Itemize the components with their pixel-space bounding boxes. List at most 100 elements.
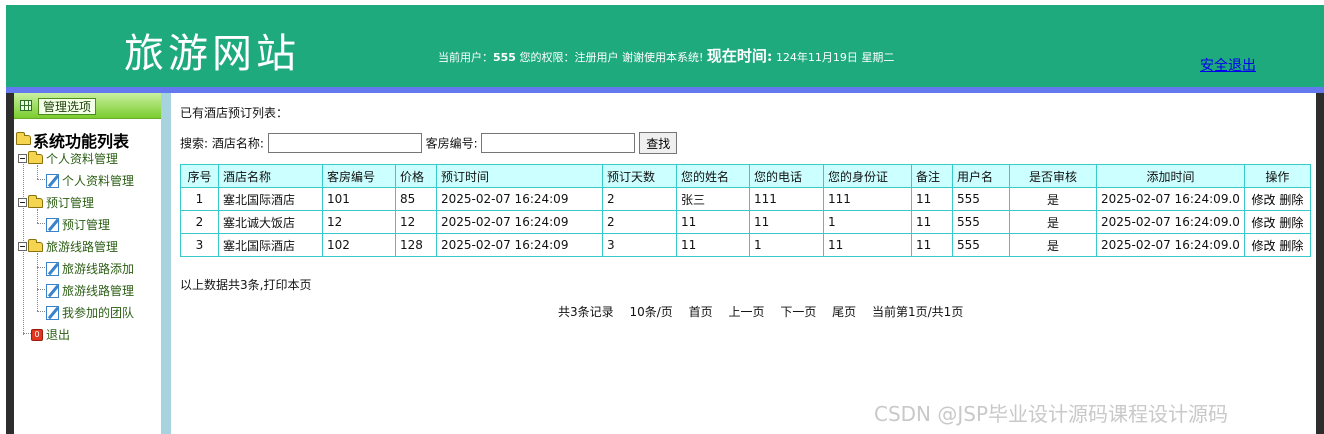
sidebar-group-booking[interactable]: 预订管理 [18,194,94,211]
sidebar-header: 管理选项 [14,93,161,119]
sidebar: 管理选项 系统功能列表 个人资料管理 个人资料管理 预订管理 预订管理 旅游线路… [14,93,161,434]
table-header-row: 序号 酒店名称 客房编号 价格 预订时间 预订天数 您的姓名 您的电话 您的身份… [180,164,1311,188]
role-label: 您的权限： [519,51,575,64]
sidebar-item-profile-manage[interactable]: 个人资料管理 [46,172,134,189]
watermark: CSDN @JSP毕业设计源码课程设计源码 [874,402,1229,426]
last-page-link[interactable]: 尾页 [832,305,856,319]
booking-time: 2025-02-07 16:24:09 [436,233,603,257]
column-header: 添加时间 [1096,164,1245,188]
booking-days: 2 [602,210,677,234]
current-weekday: 星期二 [861,51,895,64]
edit-link[interactable]: 修改 [1251,239,1275,253]
logout-link[interactable]: 安全退出 [1200,55,1256,75]
guest-name: 11 [676,210,750,234]
site-header: 旅游网站 当前用户：555 您的权限：注册用户 谢谢使用本系统! 现在时间: 1… [6,5,1324,87]
price: 85 [395,187,437,211]
table-row: 3 塞北国际酒店 102 128 2025-02-07 16:24:09 3 1… [180,233,1311,257]
row-index: 3 [180,233,219,257]
sidebar-divider[interactable] [161,93,171,434]
search-label: 搜索: [180,136,209,151]
added-time: 2025-02-07 16:24:09.0 [1096,233,1245,257]
sidebar-item-label: 旅游线路管理 [62,284,135,298]
column-header: 备注 [911,164,953,188]
username: 555 [952,233,1010,257]
edit-page-icon [46,283,59,298]
hotel-name-input[interactable] [267,133,422,153]
tree-connector [37,165,38,179]
edit-link[interactable]: 修改 [1251,216,1275,230]
manage-options-tab[interactable]: 管理选项 [38,98,97,115]
sidebar-item-label: 我参加的团队 [62,306,135,320]
next-page-link[interactable]: 下一页 [780,305,816,319]
room-number-input[interactable] [481,133,636,153]
exit-icon: 0 [31,328,43,341]
row-actions: 修改 删除 [1243,210,1311,234]
table-row: 1 塞北国际酒店 101 85 2025-02-07 16:24:09 2 张三… [180,187,1311,211]
delete-link[interactable]: 删除 [1279,193,1303,207]
row-actions: 修改 删除 [1243,187,1311,211]
data-summary-print-link[interactable]: 以上数据共3条,打印本页 [180,276,311,293]
delete-link[interactable]: 删除 [1279,216,1303,230]
sidebar-item-label: 个人资料管理 [62,174,135,188]
folder-open-icon [28,150,43,164]
edit-page-icon [46,305,59,320]
record-count: 共3条记录 [558,305,614,319]
page-size: 10条/页 [629,305,673,319]
role: 注册用户 [574,51,619,64]
edit-page-icon [46,217,59,232]
guest-phone: 111 [749,187,824,211]
sidebar-item-label: 预订管理 [62,218,111,232]
prev-page-link[interactable]: 上一页 [728,305,764,319]
sidebar-group-routes[interactable]: 旅游线路管理 [18,238,118,255]
sidebar-item-exit[interactable]: 0 退出 [31,326,70,343]
collapse-icon[interactable] [18,154,27,163]
time-label: 现在时间: [706,47,773,65]
guest-phone: 11 [749,210,824,234]
edit-link[interactable]: 修改 [1251,193,1275,207]
added-time: 2025-02-07 16:24:09.0 [1096,187,1245,211]
folder-open-icon [16,132,31,145]
booking-days: 2 [602,187,677,211]
sidebar-item-label: 旅游线路添加 [62,262,135,276]
approved-status: 是 [1009,233,1097,257]
delete-link[interactable]: 删除 [1279,239,1303,253]
hotel-name: 塞北国际酒店 [218,187,323,211]
row-index: 1 [180,187,219,211]
column-header: 预订天数 [602,164,677,188]
edit-page-icon [46,261,59,276]
room-number: 101 [322,187,396,211]
column-header: 价格 [395,164,437,188]
price: 128 [395,233,437,257]
current-page-status: 当前第1页/共1页 [872,305,964,319]
price: 12 [395,210,437,234]
sidebar-group-label: 个人资料管理 [46,152,119,166]
sidebar-item-my-teams[interactable]: 我参加的团队 [46,304,134,321]
thanks-text: 谢谢使用本系统! [621,51,704,64]
tree-connector [23,333,31,334]
collapse-icon[interactable] [18,198,27,207]
username: 555 [952,210,1010,234]
guest-id-card: 11 [823,233,912,257]
tree-root[interactable]: 系统功能列表 [16,128,129,152]
sidebar-item-route-add[interactable]: 旅游线路添加 [46,260,134,277]
current-user: 555 [493,51,516,64]
column-header: 序号 [180,164,219,188]
search-button[interactable]: 查找 [639,132,678,154]
column-header: 用户名 [952,164,1010,188]
sidebar-item-booking-manage[interactable]: 预订管理 [46,216,110,233]
column-header: 您的电话 [749,164,824,188]
room-number: 102 [322,233,396,257]
column-header: 酒店名称 [218,164,323,188]
remark: 11 [911,233,953,257]
booking-time: 2025-02-07 16:24:09 [436,210,603,234]
sidebar-item-route-manage[interactable]: 旅游线路管理 [46,282,134,299]
user-status-line: 当前用户：555 您的权限：注册用户 谢谢使用本系统! 现在时间: 124年11… [438,45,894,66]
collapse-icon[interactable] [18,242,27,251]
approved-status: 是 [1009,210,1097,234]
first-page-link[interactable]: 首页 [689,305,713,319]
current-user-label: 当前用户： [438,51,493,64]
sidebar-group-label: 旅游线路管理 [46,240,119,254]
tree-root-label: 系统功能列表 [33,132,130,151]
folder-open-icon [28,194,43,208]
sidebar-group-profile[interactable]: 个人资料管理 [18,150,118,167]
